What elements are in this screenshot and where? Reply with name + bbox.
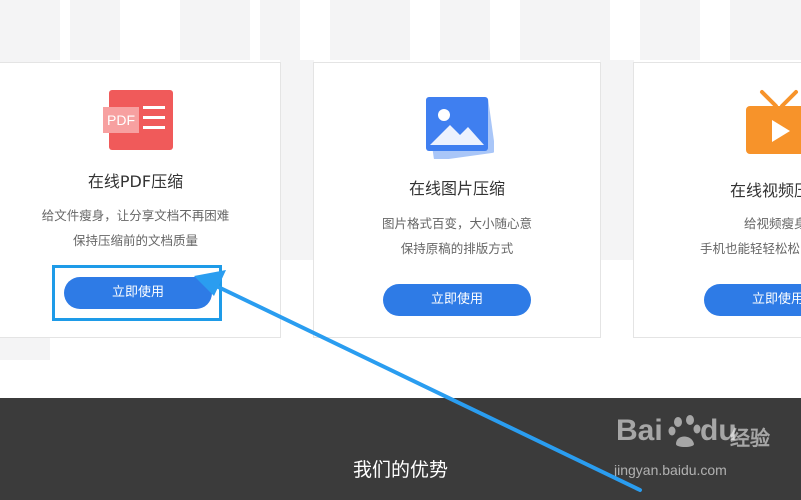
card-title: 在线PDF压缩	[87, 172, 184, 191]
section-title: 我们的优势	[352, 459, 448, 481]
card-desc-line: 保持原稿的排版方式	[400, 241, 514, 256]
card-title: 在线视频压	[730, 181, 801, 200]
card-pdf-compress: PDF 在线PDF压缩 给文件瘦身，让分享文档不再困难 保持压缩前的文档质量 立…	[0, 62, 281, 338]
card-video-compress: 在线视频压 给视频瘦身 手机也能轻轻松松 立即使用	[633, 62, 801, 338]
card-title: 在线图片压缩	[408, 179, 505, 198]
use-now-button-video[interactable]: 立即使用	[704, 284, 801, 316]
pdf-icon-text: PDF	[107, 112, 135, 128]
pdf-file-icon: PDF	[103, 90, 173, 150]
advantages-section	[0, 398, 801, 500]
card-image-compress: 在线图片压缩 图片格式百变，大小随心意 保持原稿的排版方式 立即使用	[313, 62, 601, 338]
video-tv-icon	[746, 90, 801, 154]
card-desc-line: 图片格式百变，大小随心意	[381, 216, 532, 231]
image-icon	[426, 97, 494, 159]
use-now-button-pdf[interactable]: 立即使用	[64, 277, 212, 309]
card-desc-line: 手机也能轻轻松松	[700, 241, 801, 256]
card-desc-line: 给视频瘦身	[744, 216, 801, 231]
page: PDF 在线PDF压缩 给文件瘦身，让分享文档不再困难 保持压缩前的文档质量 立…	[0, 0, 801, 500]
use-now-button-image[interactable]: 立即使用	[383, 284, 531, 316]
card-desc-line: 保持压缩前的文档质量	[72, 233, 198, 248]
card-desc-line: 给文件瘦身，让分享文档不再困难	[41, 208, 230, 223]
